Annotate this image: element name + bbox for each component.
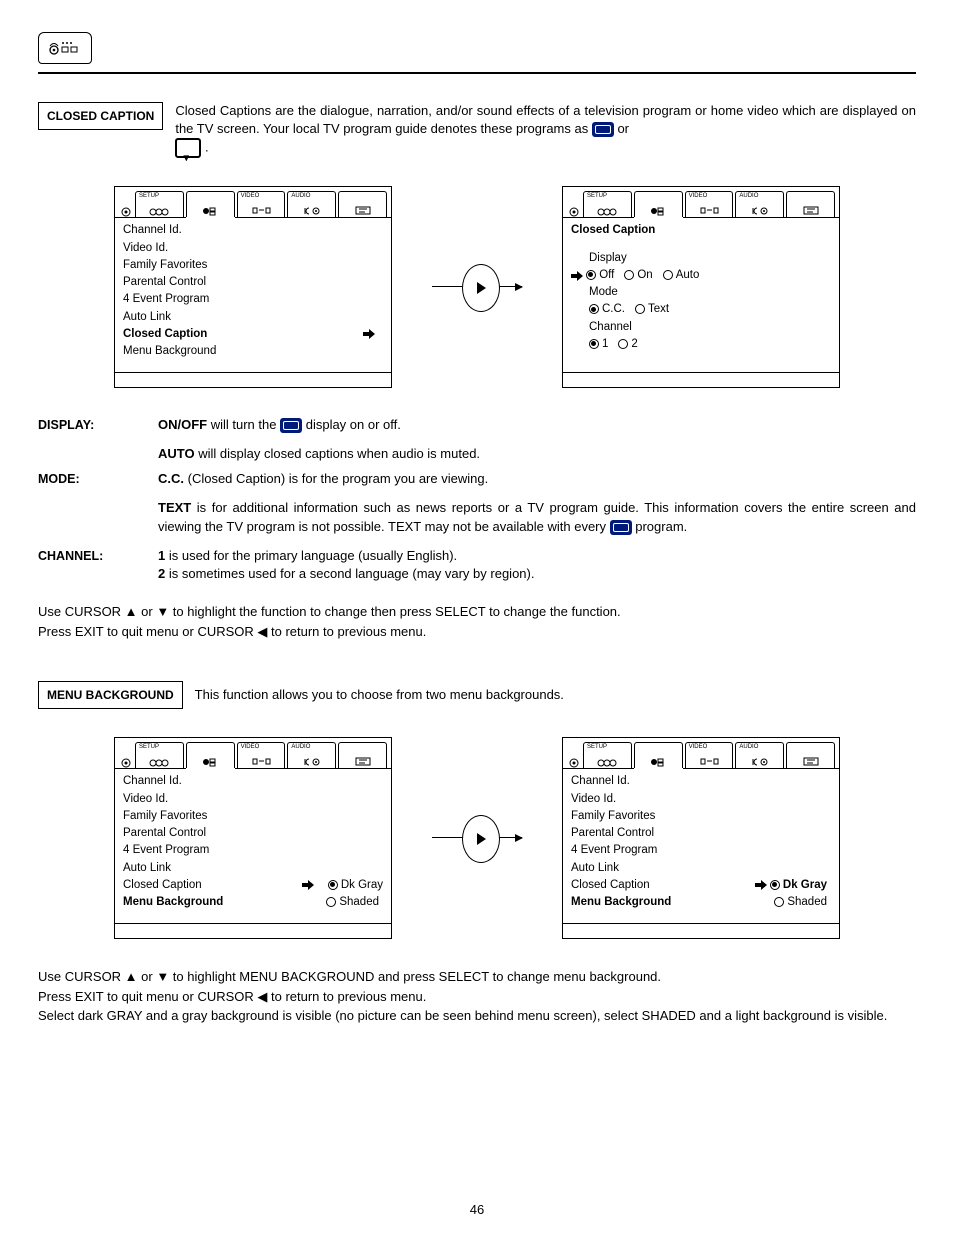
cc-badge-icon xyxy=(592,122,614,137)
menu-tabs: SETUPVIDEOAUDIO xyxy=(115,738,391,769)
menu-bg-panel-right: SETUPVIDEOAUDIO Channel Id.Video Id.Fami… xyxy=(562,737,840,939)
menu-list: Channel Id.Video Id.Family FavoritesPare… xyxy=(115,218,391,372)
mode-def-label: MODE: xyxy=(38,470,150,537)
flow-arrow-icon xyxy=(432,252,522,322)
display-def-label: DISPLAY: xyxy=(38,416,150,464)
cc-submenu: Closed CaptionDisplay OffOnAutoModeC.C.T… xyxy=(563,218,839,372)
setup-menu-panel-left: SETUPVIDEOAUDIO Channel Id.Video Id.Fami… xyxy=(114,186,392,388)
menu-tabs: SETUPVIDEOAUDIO xyxy=(563,738,839,769)
channel-def-body: 1 is used for the primary language (usua… xyxy=(158,547,916,585)
closed-caption-submenu-panel: SETUPVIDEOAUDIO Closed CaptionDisplay Of… xyxy=(562,186,840,388)
header-divider xyxy=(38,72,916,74)
navigation-instructions: Use CURSOR ▲ or ▼ to highlight the funct… xyxy=(38,602,916,641)
menu-bg-list-right: Channel Id.Video Id.Family FavoritesPare… xyxy=(563,769,839,923)
menu-tabs: SETUPVIDEOAUDIO xyxy=(563,187,839,218)
menu-bg-panel-left: SETUPVIDEOAUDIO Channel Id.Video Id.Fami… xyxy=(114,737,392,939)
brand-logo xyxy=(38,32,92,64)
flow-arrow-icon xyxy=(432,803,522,873)
display-def-body: ON/OFF will turn the display on or off. … xyxy=(158,416,916,464)
cc-badge-icon xyxy=(280,418,302,433)
speech-bubble-icon xyxy=(175,138,201,158)
page-number: 46 xyxy=(0,1202,954,1217)
cc-badge-icon xyxy=(610,520,632,535)
channel-def-label: CHANNEL: xyxy=(38,547,150,585)
closed-caption-intro: Closed Captions are the dialogue, narrat… xyxy=(175,102,916,158)
mode-def-body: C.C. (Closed Caption) is for the program… xyxy=(158,470,916,537)
menu-background-intro: This function allows you to choose from … xyxy=(195,686,916,704)
menu-bg-list-left: Channel Id.Video Id.Family FavoritesPare… xyxy=(115,769,391,923)
menu-tabs: SETUPVIDEOAUDIO xyxy=(115,187,391,218)
navigation-instructions-2: Use CURSOR ▲ or ▼ to highlight MENU BACK… xyxy=(38,967,916,1026)
closed-caption-heading: CLOSED CAPTION xyxy=(38,102,163,130)
menu-background-heading: MENU BACKGROUND xyxy=(38,681,183,709)
